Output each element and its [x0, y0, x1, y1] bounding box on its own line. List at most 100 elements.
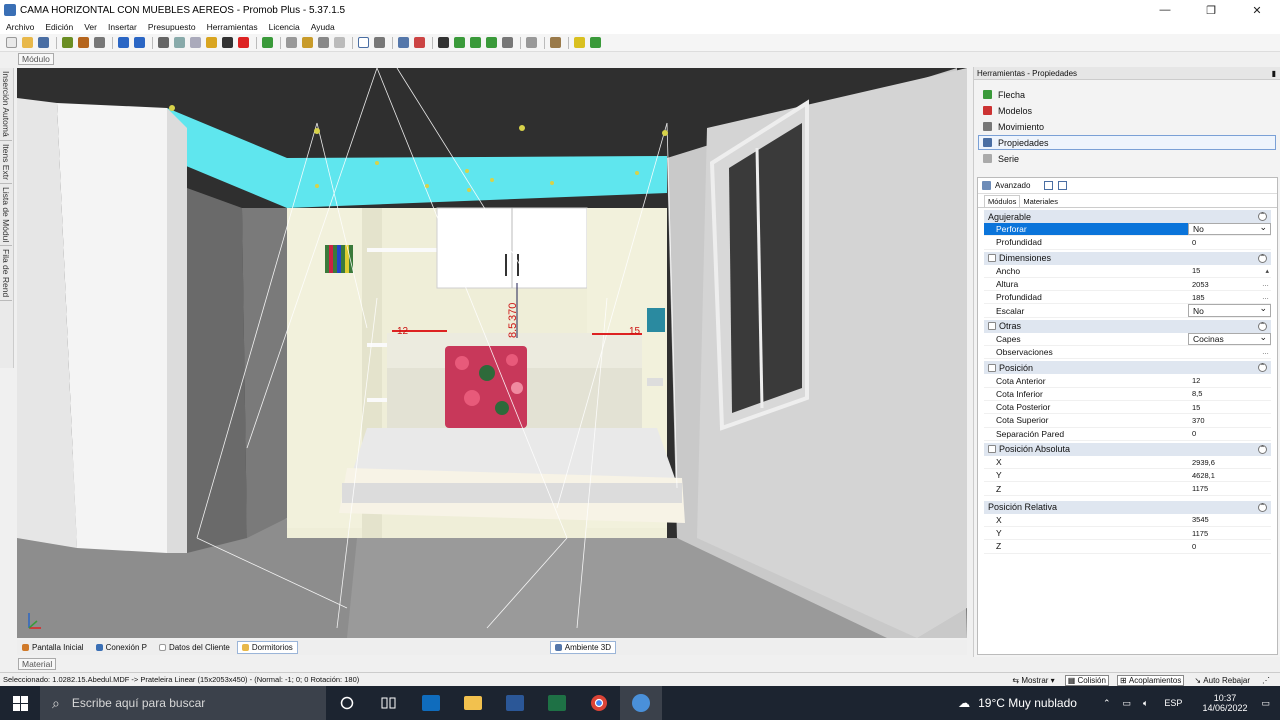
spin-icon[interactable]: ▴ [1265, 267, 1269, 275]
ellipsis-icon[interactable]: … [1262, 281, 1269, 288]
prop-value[interactable]: 2053… [1188, 278, 1271, 290]
redo-icon[interactable] [134, 37, 145, 48]
prop-value[interactable]: 3545 [1188, 514, 1271, 526]
prop-row[interactable]: Cota Posterior 15 [984, 401, 1271, 415]
categorized-icon[interactable] [1044, 181, 1054, 190]
material-tab[interactable]: Material [18, 658, 57, 670]
box-icon[interactable] [550, 37, 561, 48]
tool-modelos[interactable]: Modelos [978, 103, 1276, 118]
prop-value[interactable]: … [1188, 346, 1271, 358]
ellipsis-icon[interactable]: … [1262, 294, 1269, 301]
prop-value[interactable]: 4628,1 [1188, 469, 1271, 481]
tab-dormitorios[interactable]: Dormitorios [236, 641, 298, 654]
promob-icon[interactable] [620, 686, 662, 720]
prop-value[interactable]: 370 [1188, 414, 1271, 426]
prop-value[interactable]: 15 [1188, 401, 1271, 413]
arrow-left-icon[interactable] [470, 37, 481, 48]
start-button[interactable] [0, 686, 40, 720]
cortana-icon[interactable] [326, 686, 368, 720]
prop-dropdown[interactable]: No [1188, 303, 1271, 317]
collapse-icon[interactable]: ⌃ [1258, 444, 1267, 454]
clock[interactable]: 10:37 14/06/2022 [1202, 693, 1247, 713]
tab-fila-de-render[interactable]: Fila de Rend [0, 246, 12, 302]
tab-conexion[interactable]: Conexión P [91, 641, 152, 654]
prop-row[interactable]: Cota Anterior 12 [984, 374, 1271, 388]
menu-ver[interactable]: Ver [84, 22, 97, 32]
group-posicion-relativa[interactable]: Posición Relativa ⌃ [984, 500, 1271, 514]
collapse-icon[interactable]: ⌃ [1258, 363, 1267, 373]
mostrar-button[interactable]: ⇆ Mostrar ▾ [1010, 676, 1056, 685]
avanzado-button[interactable]: Avanzado [995, 181, 1030, 190]
prop-row[interactable]: Ancho 15 ▴ [984, 265, 1271, 278]
group-posicion[interactable]: Posición ⌃ [984, 361, 1271, 375]
prop-value[interactable]: 12 [1188, 374, 1271, 386]
chrome-icon[interactable] [578, 686, 620, 720]
eye-icon[interactable] [438, 37, 449, 48]
tool-serie[interactable]: Serie [978, 151, 1276, 166]
save-icon[interactable] [38, 37, 49, 48]
doc-icon[interactable] [334, 37, 345, 48]
word-icon[interactable] [494, 686, 536, 720]
sorted-icon[interactable] [1058, 181, 1068, 190]
collapse-icon[interactable]: ⌃ [1258, 502, 1267, 512]
prop-value[interactable]: 1175 [1188, 482, 1271, 494]
tab-itens-extra[interactable]: Itens Extr [0, 141, 12, 184]
modulo-tab[interactable]: Módulo [18, 53, 54, 65]
prop-row[interactable]: Perforar No [984, 222, 1271, 237]
prop-row[interactable]: Cota Superior 370 [984, 414, 1271, 428]
prop-value[interactable]: 185… [1188, 291, 1271, 303]
menu-archivo[interactable]: Archivo [6, 22, 34, 32]
menu-insertar[interactable]: Insertar [108, 22, 137, 32]
prop-row[interactable]: Cota Inferior 8,5 [984, 388, 1271, 401]
rotate-icon[interactable] [454, 37, 465, 48]
file-explorer-icon[interactable] [452, 686, 494, 720]
acoplamientos-button[interactable]: ⊞ Acoplamientos [1116, 674, 1185, 686]
outlook-icon[interactable] [410, 686, 452, 720]
collapse-icon[interactable]: ⌃ [1258, 321, 1267, 331]
close-button[interactable]: ✕ [1234, 0, 1280, 20]
group-agujerable[interactable]: Agujerable ⌃ [984, 210, 1271, 223]
ellipsis-icon[interactable]: … [1262, 349, 1269, 356]
prop-row[interactable]: Y 4628,1 [984, 469, 1271, 483]
prop-row[interactable]: Z0 [984, 540, 1271, 554]
cut-icon[interactable] [158, 37, 169, 48]
module-icon[interactable] [414, 37, 425, 48]
menu-herramientas[interactable]: Herramientas [207, 22, 258, 32]
task-view-icon[interactable] [368, 686, 410, 720]
prop-value[interactable]: 0 [1188, 428, 1271, 440]
prop-dropdown[interactable]: Cocinas [1188, 332, 1271, 346]
arrow-right-icon[interactable] [486, 37, 497, 48]
group-otras[interactable]: Otras ⌃ [984, 319, 1271, 333]
notification-icon[interactable]: ▭ [1261, 698, 1270, 709]
open-folder-icon[interactable] [22, 37, 33, 48]
network-icon[interactable]: ▭ [1123, 698, 1132, 709]
resize-grip-icon[interactable]: ⋰ [1260, 676, 1272, 685]
prop-dropdown[interactable]: No [1188, 222, 1271, 236]
prop-row[interactable]: Y 1175 [984, 527, 1271, 541]
minimize-button[interactable]: — [1142, 0, 1188, 20]
view-box-icon[interactable] [526, 37, 537, 48]
settings-green-icon[interactable] [590, 37, 601, 48]
zoom-icon[interactable] [502, 37, 513, 48]
layers-icon[interactable] [302, 37, 313, 48]
prop-value[interactable]: 1175 [1188, 527, 1271, 539]
lasso-icon[interactable] [318, 37, 329, 48]
measure-icon[interactable] [374, 37, 385, 48]
tool-propiedades[interactable]: Propiedades [978, 135, 1276, 150]
tab-ambiente-3d[interactable]: Ambiente 3D [549, 641, 617, 654]
volume-icon[interactable]: 🔈︎ [1143, 698, 1148, 709]
prop-row[interactable]: Altura 2053… [984, 278, 1271, 292]
language-indicator[interactable]: ESP [1164, 698, 1182, 708]
wand-icon[interactable] [574, 37, 585, 48]
delete-icon[interactable] [238, 37, 249, 48]
menu-licencia[interactable]: Licencia [269, 22, 300, 32]
menu-presupuesto[interactable]: Presupuesto [148, 22, 196, 32]
new-file-icon[interactable] [6, 37, 17, 48]
refresh-icon[interactable] [262, 37, 273, 48]
prop-row[interactable]: Profundidad 0 [984, 236, 1271, 250]
colision-button[interactable]: ▦ Colisión [1064, 674, 1109, 686]
prop-value[interactable]: 2939,6 [1188, 456, 1271, 468]
tool-movimiento[interactable]: Movimiento [978, 119, 1276, 134]
maximize-button[interactable]: ❐ [1188, 0, 1234, 20]
prop-value[interactable]: 0 [1188, 540, 1271, 552]
